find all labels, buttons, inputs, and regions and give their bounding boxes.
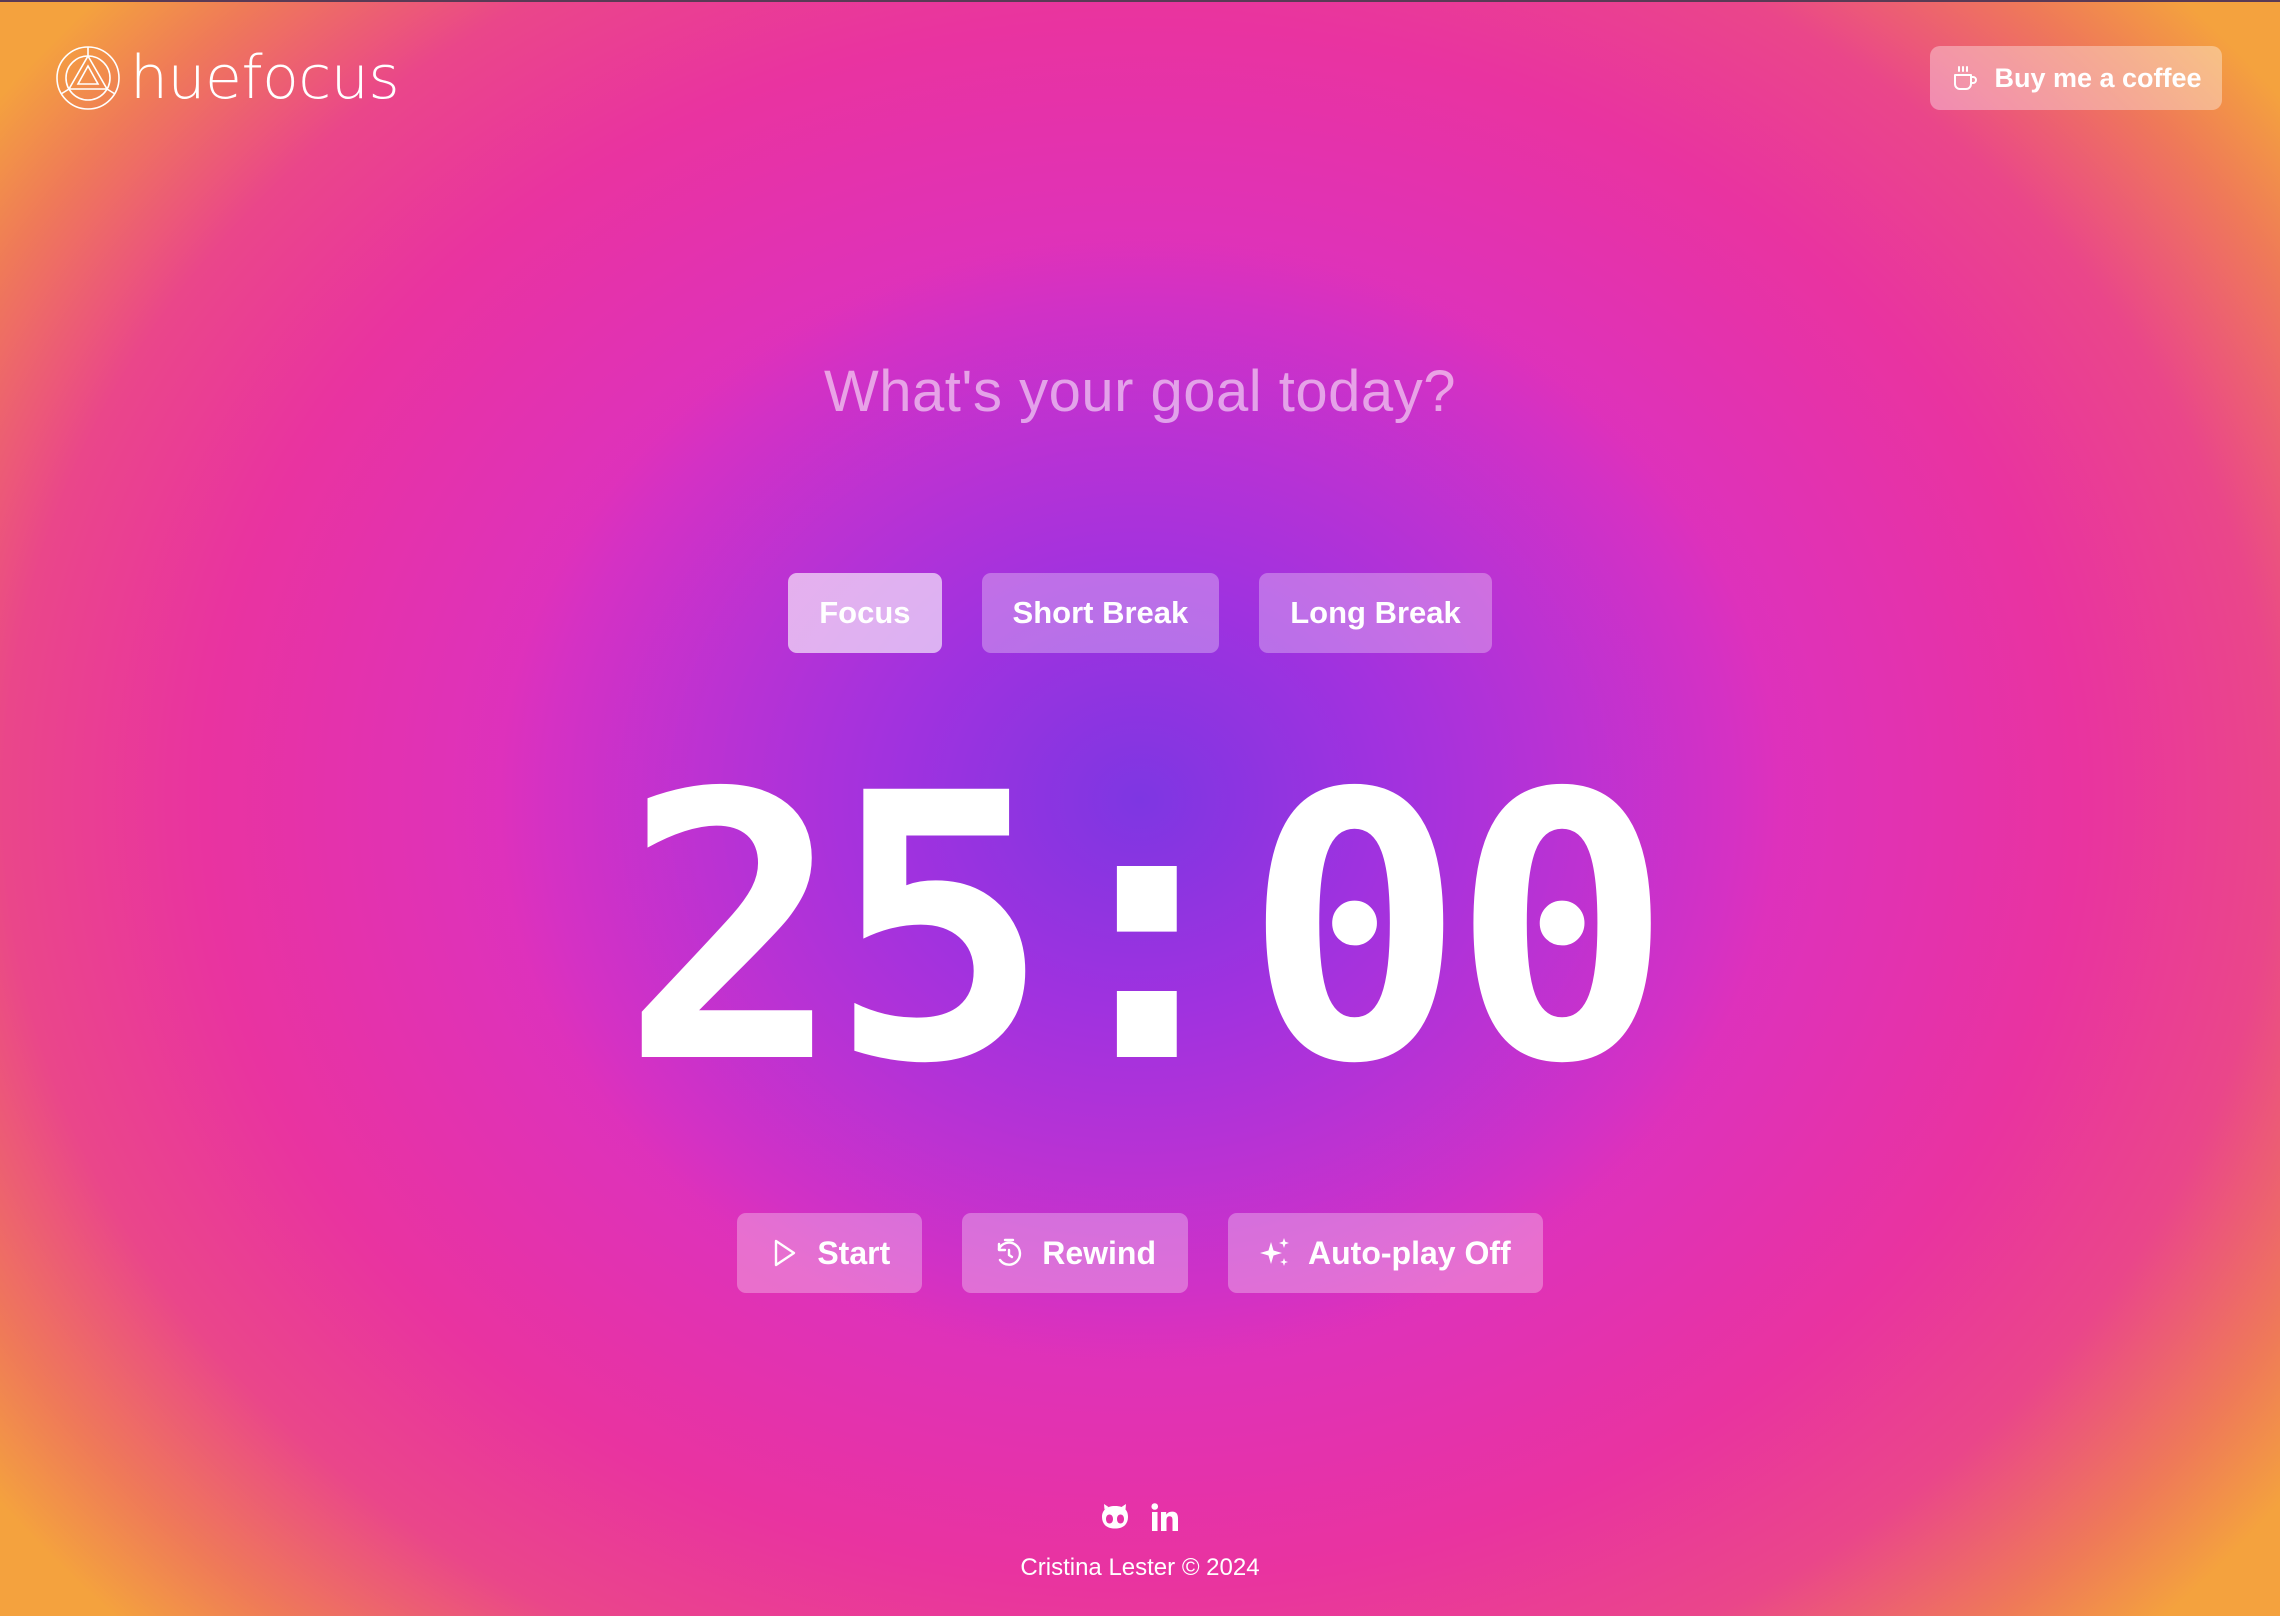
timer-controls: Start Rewind Auto-play Off [0, 1213, 2280, 1293]
footer-credit: Cristina Lester © 2024 [1020, 1554, 1260, 1581]
start-button[interactable]: Start [737, 1213, 923, 1293]
brand[interactable]: huefocus [54, 42, 400, 114]
window-top-border [0, 0, 2280, 2]
coffee-cup-icon [1954, 66, 1978, 90]
tab-long-break[interactable]: Long Break [1259, 573, 1492, 653]
tab-short-break[interactable]: Short Break [981, 573, 1220, 653]
github-icon[interactable] [1097, 1500, 1133, 1536]
buy-me-a-coffee-button[interactable]: Buy me a coffee [1930, 46, 2222, 110]
goal-input[interactable]: What's your goal today? [0, 358, 2280, 425]
linkedin-icon[interactable] [1147, 1500, 1183, 1536]
start-label: Start [817, 1234, 891, 1271]
rewind-label: Rewind [1042, 1234, 1157, 1271]
tab-focus[interactable]: Focus [788, 573, 942, 653]
rewind-timer-icon [998, 1238, 1022, 1266]
timer-display: 25:00 [621, 715, 1673, 1144]
mode-tabs: Focus Short Break Long Break [0, 573, 2280, 653]
tab-short-break-label: Short Break [1012, 595, 1189, 630]
play-icon [775, 1239, 796, 1267]
brand-name: huefocus [130, 43, 400, 113]
autoplay-toggle-button[interactable]: Auto-play Off [1228, 1213, 1543, 1293]
goal-placeholder: What's your goal today? [824, 359, 1456, 424]
huefocus-logo-icon [56, 46, 120, 110]
buy-me-a-coffee-label: Buy me a coffee [1994, 62, 2202, 93]
autoplay-label: Auto-play Off [1308, 1234, 1511, 1271]
sparkles-icon [1260, 1238, 1290, 1266]
social-links [0, 1500, 2280, 1536]
tab-long-break-label: Long Break [1290, 595, 1461, 630]
tab-focus-label: Focus [819, 595, 911, 630]
rewind-button[interactable]: Rewind [962, 1213, 1189, 1293]
